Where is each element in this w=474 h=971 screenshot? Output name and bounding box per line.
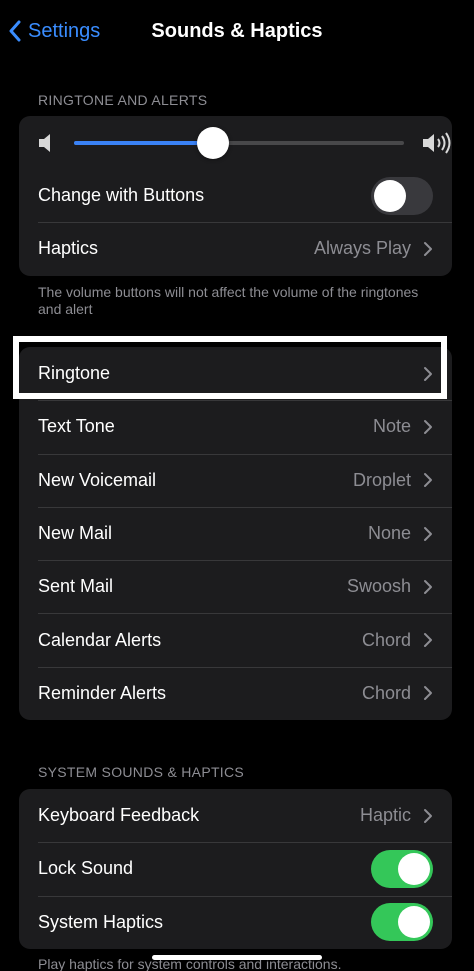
- haptics-label: Haptics: [38, 238, 99, 259]
- chevron-right-icon: [424, 366, 432, 381]
- keyboard-feedback-row[interactable]: Keyboard Feedback Haptic: [19, 789, 452, 842]
- system-haptics-row: System Haptics: [19, 895, 452, 949]
- text-tone-label: Text Tone: [38, 416, 115, 437]
- calendar-alerts-label: Calendar Alerts: [38, 629, 162, 650]
- speaker-low-icon: [39, 134, 50, 152]
- text-tone-value: Note: [372, 416, 411, 437]
- change-with-buttons-row: Change with Buttons: [19, 169, 452, 222]
- chevron-right-icon: [424, 579, 432, 594]
- speaker-high-icon: [423, 132, 451, 154]
- new-voicemail-value: Droplet: [352, 469, 411, 490]
- reminder-alerts-label: Reminder Alerts: [38, 682, 167, 703]
- sent-mail-value: Swoosh: [346, 576, 411, 597]
- chevron-right-icon: [424, 241, 432, 256]
- ringtone-alerts-group: Change with Buttons Haptics Always Play: [19, 116, 452, 276]
- reminder-alerts-row[interactable]: Reminder Alerts Chord: [19, 666, 452, 720]
- lock-sound-toggle[interactable]: [371, 849, 433, 888]
- chevron-right-icon: [424, 686, 432, 701]
- new-mail-value: None: [367, 523, 411, 544]
- home-indicator[interactable]: [152, 955, 322, 960]
- chevron-right-icon: [424, 526, 432, 541]
- chevron-right-icon: [424, 633, 432, 648]
- new-mail-label: New Mail: [38, 523, 113, 544]
- system-sounds-group: Keyboard Feedback Haptic Lock Sound Syst…: [19, 789, 452, 949]
- chevron-right-icon: [424, 808, 432, 823]
- volume-slider[interactable]: [74, 127, 404, 159]
- volume-row: [19, 116, 452, 169]
- chevron-right-icon: [424, 473, 432, 488]
- system-haptics-toggle[interactable]: [371, 903, 433, 942]
- section-header-ringtone: RINGTONE AND ALERTS: [38, 92, 208, 108]
- keyboard-feedback-label: Keyboard Feedback: [38, 805, 200, 826]
- haptics-row[interactable]: Haptics Always Play: [19, 222, 452, 275]
- sounds-group: Ringtone Text Tone Note New Voicemail Dr…: [19, 347, 452, 721]
- section-header-system: SYSTEM SOUNDS & HAPTICS: [38, 764, 245, 780]
- new-voicemail-label: New Voicemail: [38, 469, 157, 490]
- volume-slider-fill: [74, 141, 213, 145]
- chevron-right-icon: [424, 419, 432, 434]
- haptics-value: Always Play: [313, 238, 411, 259]
- ringtone-row[interactable]: Ringtone: [19, 347, 452, 400]
- ringtone-label: Ringtone: [38, 363, 111, 384]
- change-with-buttons-label: Change with Buttons: [38, 185, 205, 206]
- change-with-buttons-toggle[interactable]: [371, 176, 433, 215]
- page-title: Sounds & Haptics: [151, 20, 323, 42]
- new-voicemail-row[interactable]: New Voicemail Droplet: [19, 453, 452, 507]
- toggle-knob: [374, 179, 406, 212]
- text-tone-row[interactable]: Text Tone Note: [19, 400, 452, 453]
- reminder-alerts-value: Chord: [361, 682, 411, 703]
- ringtone-footer-note: The volume buttons will not affect the v…: [38, 284, 419, 317]
- volume-slider-thumb[interactable]: [197, 127, 229, 159]
- keyboard-feedback-value: Haptic: [359, 805, 411, 826]
- toggle-knob: [398, 906, 430, 939]
- toggle-knob: [398, 852, 430, 885]
- system-haptics-label: System Haptics: [38, 911, 164, 932]
- sent-mail-row[interactable]: Sent Mail Swoosh: [19, 560, 452, 613]
- lock-sound-row: Lock Sound: [19, 842, 452, 895]
- lock-sound-label: Lock Sound: [38, 858, 134, 879]
- new-mail-row[interactable]: New Mail None: [19, 506, 452, 560]
- sent-mail-label: Sent Mail: [38, 576, 114, 597]
- calendar-alerts-row[interactable]: Calendar Alerts Chord: [19, 613, 452, 666]
- nav-bar: Settings Sounds & Haptics: [0, 0, 474, 62]
- calendar-alerts-value: Chord: [361, 629, 411, 650]
